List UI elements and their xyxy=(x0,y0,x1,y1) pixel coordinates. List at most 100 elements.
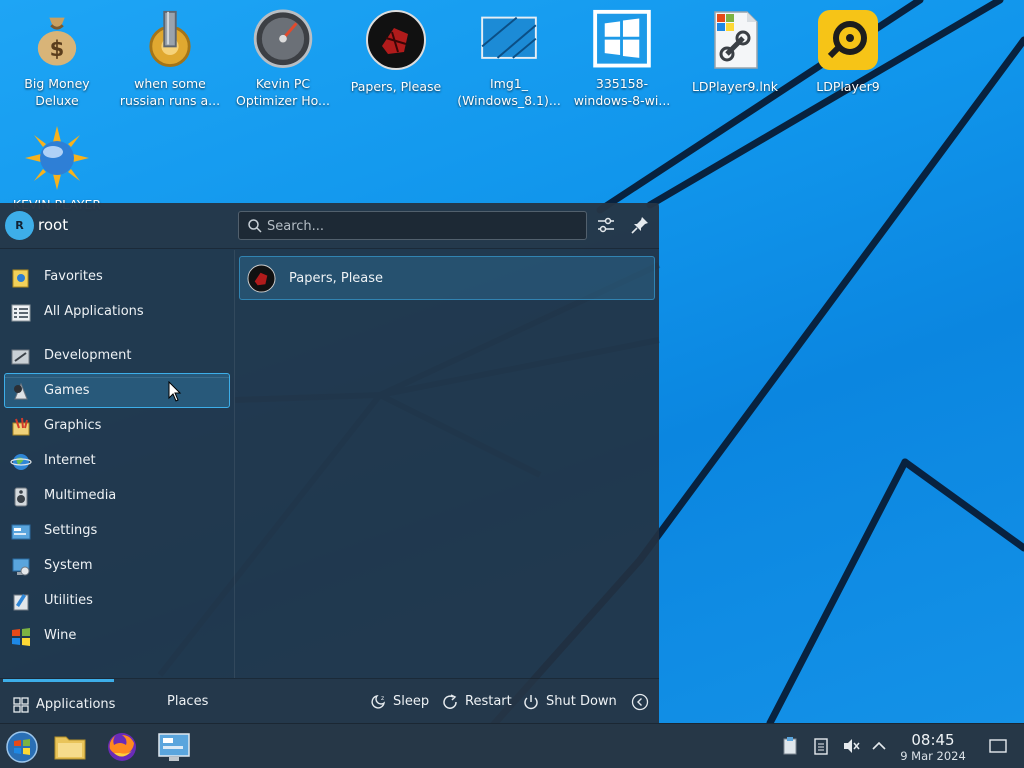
app-entry-label: Papers, Please xyxy=(289,271,384,286)
development-icon xyxy=(11,349,30,365)
tab-label: Applications xyxy=(36,697,116,712)
windows-start-orb-icon[interactable] xyxy=(4,729,40,765)
avatar[interactable]: R xyxy=(5,211,34,240)
desktop-icon-russian[interactable]: when some russian runs a... xyxy=(114,4,226,108)
shut-down-label: Shut Down xyxy=(546,694,617,709)
launcher-footer: Applications Places z Sleep Restart Shut xyxy=(0,678,659,723)
folder-icon[interactable] xyxy=(52,729,88,765)
desktop-icon-big-money-deluxe[interactable]: $ Big Money Deluxe xyxy=(1,4,113,108)
category-label: Graphics xyxy=(44,418,102,433)
control-panel-icon[interactable] xyxy=(156,729,192,765)
utilities-icon xyxy=(13,594,29,611)
configure-icon[interactable] xyxy=(595,214,617,236)
settings-icon xyxy=(11,524,31,540)
desktop-icon-img1[interactable]: Img1_ (Windows_8.1)... xyxy=(453,4,565,108)
system-icon xyxy=(12,558,30,576)
shut-down-button[interactable]: Shut Down xyxy=(522,691,617,713)
category-label: Development xyxy=(44,348,132,363)
category-label: Utilities xyxy=(44,593,93,608)
category-label: Wine xyxy=(44,628,77,643)
restart-icon xyxy=(443,694,457,709)
category-label: Multimedia xyxy=(44,488,117,503)
clock-time[interactable]: 08:45 xyxy=(900,731,966,749)
papers-please-icon xyxy=(366,10,426,70)
desktop-icon-kevin-pc-optimizer[interactable]: Kevin PC Optimizer Ho... xyxy=(227,4,339,108)
graphics-icon xyxy=(12,417,30,436)
money-bag-icon: $ xyxy=(37,17,77,66)
clock-date[interactable]: 9 Mar 2024 xyxy=(890,749,976,763)
desktop-icon-papers-please[interactable]: Papers, Please xyxy=(340,4,452,108)
search-input[interactable] xyxy=(267,215,577,237)
sleep-label: Sleep xyxy=(393,694,430,709)
clipboard-tray-icon[interactable] xyxy=(780,736,800,756)
application-launcher: R root Favorites xyxy=(0,203,659,723)
grid-icon xyxy=(13,697,29,713)
app-entry-papers-please[interactable]: Papers, Please xyxy=(239,256,655,300)
restart-button[interactable]: Restart xyxy=(441,691,512,713)
speedometer-icon xyxy=(253,9,313,68)
desktop-icon-ldplayer9-lnk[interactable]: LDPlayer9.lnk xyxy=(679,4,791,108)
chevron-up-icon[interactable] xyxy=(869,736,889,756)
launcher-header: R root xyxy=(0,203,659,249)
desktop-icon-label: 335158- windows-8-wi... xyxy=(573,76,671,108)
shutdown-icon xyxy=(524,695,538,710)
search-box[interactable] xyxy=(238,211,587,240)
desktop-icon-label: LDPlayer9 xyxy=(816,79,880,94)
all-applications-icon xyxy=(11,304,31,322)
category-multimedia[interactable]: Multimedia xyxy=(4,478,230,513)
desktop-icon-label: Big Money Deluxe xyxy=(24,76,90,108)
category-label: All Applications xyxy=(44,304,144,319)
sleep-button[interactable]: z Sleep xyxy=(369,691,429,713)
sleep-icon: z xyxy=(371,694,386,709)
category-graphics[interactable]: Graphics xyxy=(4,408,230,443)
cog-drill-icon xyxy=(149,10,191,67)
category-label: Internet xyxy=(44,453,96,468)
tab-places[interactable]: Places xyxy=(150,679,230,724)
show-desktop-icon[interactable] xyxy=(988,736,1008,756)
wine-icon xyxy=(12,628,30,646)
category-favorites[interactable]: Favorites xyxy=(4,259,230,294)
category-settings[interactable]: Settings xyxy=(4,513,230,548)
image-file-icon xyxy=(481,16,537,59)
category-system[interactable]: System xyxy=(4,548,230,583)
category-label: Favorites xyxy=(44,269,103,284)
taskbar: 08:45 9 Mar 2024 xyxy=(0,723,1024,768)
firefox-icon[interactable] xyxy=(104,729,140,765)
restart-label: Restart xyxy=(465,694,512,709)
category-label: Games xyxy=(44,383,90,398)
papers-please-icon xyxy=(247,264,276,293)
category-internet[interactable]: Internet xyxy=(4,443,230,478)
desktop-icon-label: LDPlayer9.lnk xyxy=(691,79,779,94)
desktop-icon-label: Papers, Please xyxy=(350,79,442,94)
more-power-options-icon[interactable] xyxy=(631,693,649,711)
tab-label: Places xyxy=(167,694,209,709)
desktop-icon-label: when some russian runs a... xyxy=(119,76,221,108)
category-label: Settings xyxy=(44,523,98,538)
pin-icon[interactable] xyxy=(629,214,651,236)
desktop-icon-label: Kevin PC Optimizer Ho... xyxy=(236,76,330,108)
desktop-icon-windows-8-wallpaper[interactable]: 335158- windows-8-wi... xyxy=(566,4,678,108)
category-utilities[interactable]: Utilities xyxy=(4,583,230,618)
shortcut-file-icon xyxy=(714,11,758,69)
ldplayer-icon xyxy=(818,10,878,70)
application-list: Papers, Please xyxy=(235,250,659,678)
notes-tray-icon[interactable] xyxy=(811,736,831,756)
category-wine[interactable]: Wine xyxy=(4,618,230,653)
category-sidebar: Favorites All Applications Development G… xyxy=(0,250,234,678)
volume-muted-icon[interactable] xyxy=(841,736,861,756)
tab-applications[interactable]: Applications xyxy=(3,679,116,724)
category-development[interactable]: Development xyxy=(4,338,230,373)
svg-text:z: z xyxy=(381,695,384,702)
favorites-icon xyxy=(12,269,29,288)
windows-logo-icon xyxy=(593,9,651,68)
category-all-applications[interactable]: All Applications xyxy=(4,294,230,329)
sun-globe-icon xyxy=(25,126,89,190)
svg-text:$: $ xyxy=(50,36,65,61)
mouse-cursor-icon xyxy=(168,381,182,402)
internet-icon xyxy=(10,454,32,470)
desktop-icon-ldplayer9[interactable]: LDPlayer9 xyxy=(792,4,904,108)
category-games[interactable]: Games xyxy=(4,373,230,408)
multimedia-icon xyxy=(14,487,28,507)
category-label: System xyxy=(44,558,93,573)
user-name: root xyxy=(38,216,69,234)
